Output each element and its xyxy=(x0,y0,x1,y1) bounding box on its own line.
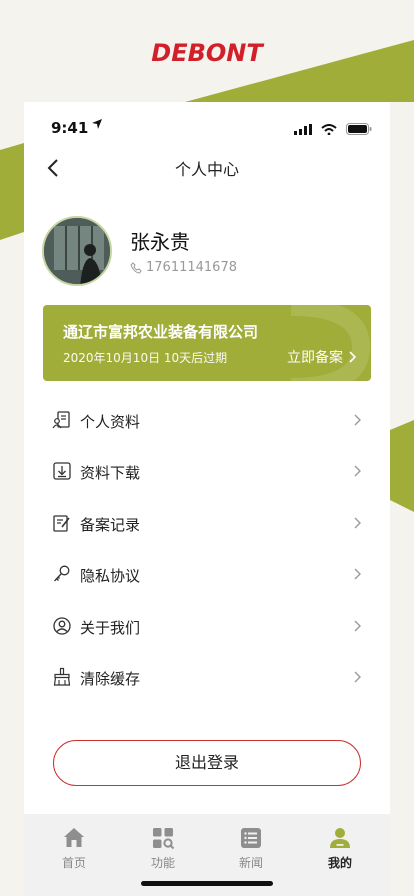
home-indicator xyxy=(141,881,273,886)
user-circle-icon xyxy=(53,616,71,635)
user-phone: 17611141678 xyxy=(146,260,237,275)
avatar[interactable] xyxy=(42,216,112,286)
chevron-right-icon xyxy=(354,620,361,632)
menu-list: 个人资料 资料下载 备案记录 隐私协议 关于我们 清除缓存 xyxy=(24,394,390,702)
menu-item-privacy[interactable]: 隐私协议 xyxy=(24,548,390,599)
person-icon xyxy=(330,828,350,848)
user-phone-row: 17611141678 xyxy=(130,260,237,275)
tab-home[interactable]: 首页 xyxy=(44,826,104,871)
chevron-right-icon xyxy=(349,351,357,363)
company-expiry: 2020年10月10日 10天后过期 xyxy=(63,351,228,365)
menu-label: 个人资料 xyxy=(80,413,141,431)
menu-item-clear-cache[interactable]: 清除缓存 xyxy=(24,651,390,702)
menu-item-downloads[interactable]: 资料下载 xyxy=(24,445,390,496)
chevron-right-icon xyxy=(354,465,361,477)
key-icon xyxy=(54,565,70,582)
menu-item-profile[interactable]: 个人资料 xyxy=(24,394,390,445)
menu-label: 清除缓存 xyxy=(80,669,141,688)
nav-bar: 个人中心 xyxy=(24,146,390,190)
location-arrow-icon xyxy=(92,119,102,129)
debont-logo: DEBONT xyxy=(0,38,414,70)
tab-label: 新闻 xyxy=(238,856,263,870)
register-now-label: 立即备案 xyxy=(287,350,343,366)
chevron-right-icon xyxy=(354,517,361,529)
logo-text: DEBONT xyxy=(151,39,264,66)
chevron-right-icon xyxy=(354,568,361,580)
register-now-button[interactable]: 立即备案 xyxy=(287,347,357,367)
record-edit-icon xyxy=(53,515,70,532)
chevron-right-icon xyxy=(354,671,361,683)
company-card[interactable]: 通辽市富邦农业装备有限公司 2020年10月10日 10天后过期 立即备案 xyxy=(43,305,371,381)
news-list-icon xyxy=(241,828,261,848)
tab-news[interactable]: 新闻 xyxy=(221,826,281,871)
menu-item-about[interactable]: 关于我们 xyxy=(24,600,390,651)
profile-section: 张永贵 17611141678 xyxy=(42,216,372,288)
battery-icon xyxy=(346,123,372,135)
tab-label: 我的 xyxy=(327,856,352,870)
company-name: 通辽市富邦农业装备有限公司 xyxy=(63,323,259,341)
wifi-icon xyxy=(321,124,337,136)
status-time: 9:41 xyxy=(51,119,89,137)
tab-label: 功能 xyxy=(150,856,175,870)
logout-button[interactable]: 退出登录 xyxy=(53,740,361,786)
phone-screen: 9:41 个人中心 张永贵 17611141678 通辽市富邦农业装备有限公司 … xyxy=(24,102,390,896)
chevron-right-icon xyxy=(354,414,361,426)
menu-label: 隐私协议 xyxy=(80,567,141,586)
user-name: 张永贵 xyxy=(130,230,190,254)
status-bar: 9:41 xyxy=(24,102,390,146)
tab-label: 首页 xyxy=(61,856,86,870)
page-title: 个人中心 xyxy=(174,160,239,179)
download-icon xyxy=(53,462,71,481)
menu-label: 备案记录 xyxy=(80,515,141,534)
status-icons xyxy=(293,120,372,139)
menu-label: 关于我们 xyxy=(80,618,141,637)
signal-icon xyxy=(293,124,312,135)
grid-search-icon xyxy=(153,828,175,850)
broom-icon xyxy=(53,667,71,686)
profile-card-icon xyxy=(52,411,70,429)
card-watermark xyxy=(290,305,371,381)
tab-functions[interactable]: 功能 xyxy=(133,826,193,871)
menu-label: 资料下载 xyxy=(80,464,141,483)
phone-icon xyxy=(130,261,142,274)
home-icon xyxy=(64,828,84,847)
tab-mine[interactable]: 我的 xyxy=(310,826,370,871)
menu-item-records[interactable]: 备案记录 xyxy=(24,497,390,548)
